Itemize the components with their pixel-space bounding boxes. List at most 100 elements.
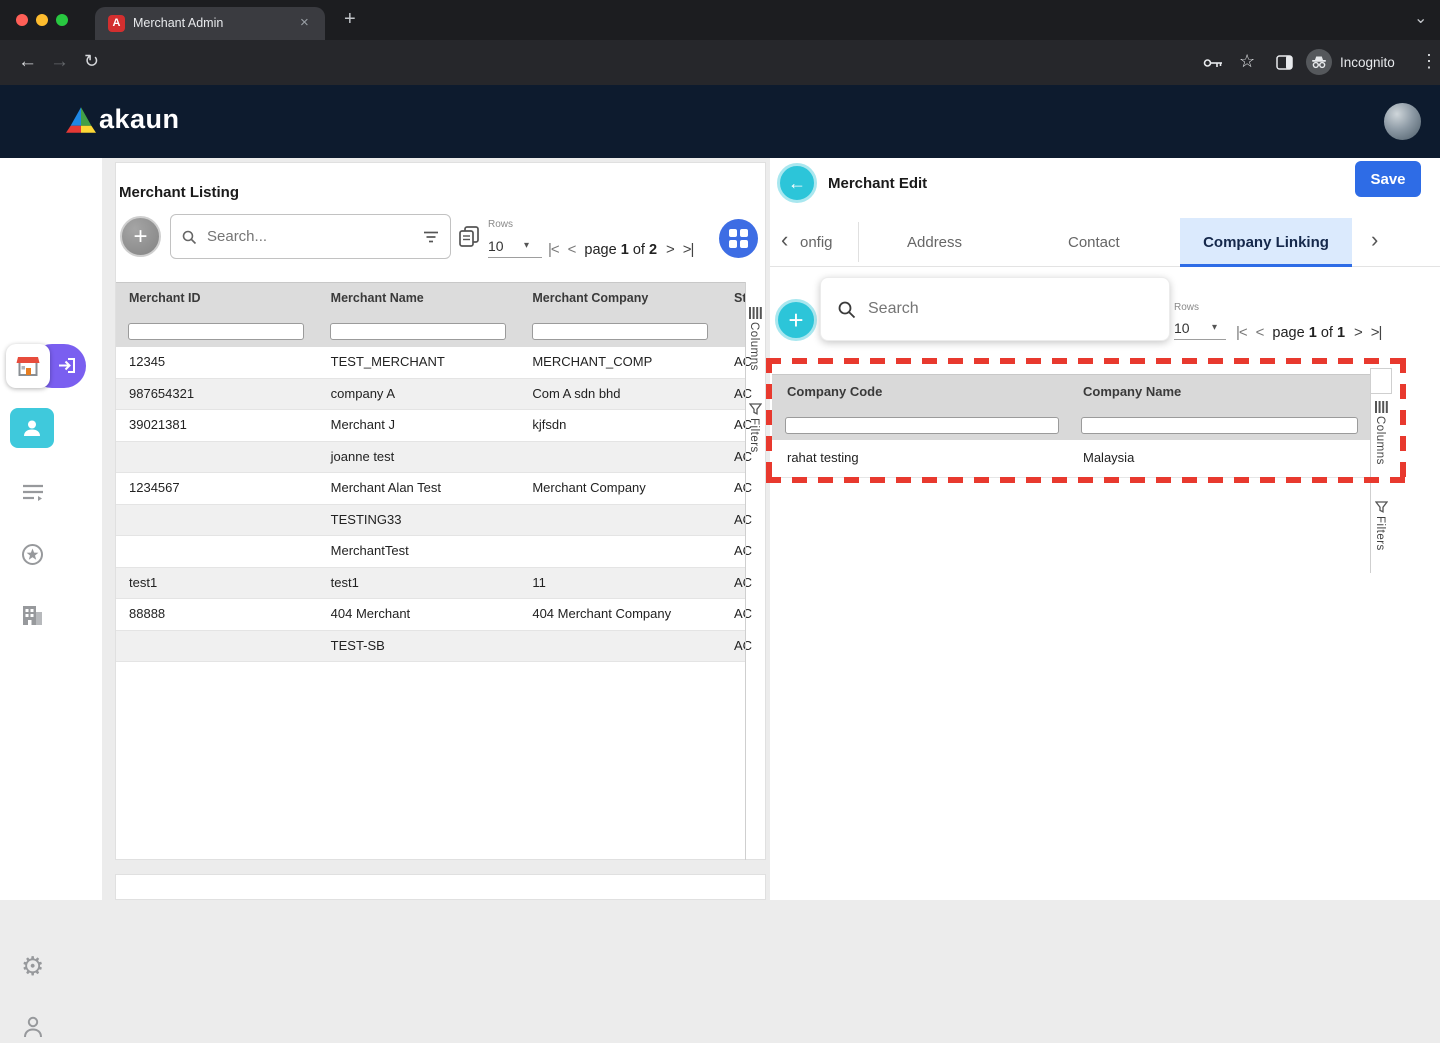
cell-merchant-name: test1 (318, 568, 520, 599)
col-company-code[interactable]: Company Code (772, 375, 1068, 409)
cell-merchant-id: test1 (116, 568, 318, 599)
listing-columns-tab[interactable]: Columns (748, 322, 760, 371)
col-status[interactable]: St (721, 283, 745, 313)
pagination-next-icon[interactable]: > (1354, 324, 1362, 341)
rows-select-underline (1174, 339, 1226, 340)
filter-merchant-name-input[interactable] (330, 323, 506, 340)
user-avatar[interactable] (1384, 103, 1421, 140)
merchant-search-input[interactable] (205, 227, 414, 246)
table-row[interactable]: joanne test AC (116, 442, 745, 474)
table-row[interactable]: 12345 TEST_MERCHANT MERCHANT_COMP AC (116, 347, 745, 379)
nav-back-icon[interactable]: ← (18, 51, 37, 73)
window-close-button[interactable] (16, 14, 28, 26)
tab-list-chevron-icon[interactable]: ⌄ (1414, 9, 1427, 29)
filter-company-name-input[interactable] (1081, 417, 1358, 434)
profile-person-icon[interactable] (23, 1016, 43, 1043)
save-button[interactable]: Save (1355, 161, 1421, 197)
merchant-edit-panel (770, 158, 1440, 900)
filter-merchant-company-input[interactable] (532, 323, 708, 340)
table-row[interactable]: 39021381 Merchant J kjfsdn AC (116, 410, 745, 442)
table-row[interactable]: TESTING33 AC (116, 505, 745, 537)
add-merchant-button[interactable]: + (120, 216, 161, 257)
nav-forward-icon[interactable]: → (50, 51, 69, 73)
table-row[interactable]: 88888 404 Merchant 404 Merchant Company … (116, 599, 745, 631)
tab-contact[interactable]: Contact (1068, 234, 1120, 251)
add-company-link-button[interactable]: + (775, 299, 817, 341)
back-button[interactable]: ← (777, 163, 817, 203)
cell-status: AC (721, 347, 745, 378)
search-icon (837, 300, 856, 319)
new-tab-button[interactable]: + (344, 9, 356, 29)
browser-tab[interactable]: A Merchant Admin × (95, 7, 325, 40)
app-header: akaun (0, 85, 1440, 158)
pagination-prev-icon[interactable]: < (568, 241, 576, 258)
cell-merchant-company: Com A sdn bhd (519, 379, 721, 410)
merchant-applet-icon[interactable] (6, 344, 50, 388)
edit-columns-tab[interactable]: Columns (1374, 416, 1386, 465)
col-merchant-id[interactable]: Merchant ID (116, 283, 318, 313)
cell-merchant-company (519, 442, 721, 473)
window-zoom-button[interactable] (56, 14, 68, 26)
filter-list-icon[interactable] (422, 230, 440, 244)
company-search-input[interactable] (866, 299, 1153, 319)
browser-menu-kebab-icon[interactable]: ⋮ (1420, 51, 1438, 72)
pagination-status: page 1 of 1 (1272, 325, 1345, 341)
table-row[interactable]: MerchantTest AC (116, 536, 745, 568)
tabs-scroll-right-icon[interactable]: › (1371, 227, 1378, 253)
sidebar-item-merchant[interactable] (10, 408, 54, 448)
sidebar-item-list-icon[interactable] (22, 484, 44, 507)
table-row[interactable]: rahat testing Malaysia (772, 440, 1370, 478)
rows-per-page-select[interactable]: 10 (1174, 320, 1190, 336)
cell-status: AC (721, 568, 745, 599)
cell-merchant-company: MERCHANT_COMP (519, 347, 721, 378)
col-merchant-name[interactable]: Merchant Name (318, 283, 520, 313)
listing-table-body: 12345 TEST_MERCHANT MERCHANT_COMP AC 987… (116, 347, 745, 662)
rows-per-page-select[interactable]: 10 (488, 238, 504, 254)
edit-filters-tab[interactable]: Filters (1374, 516, 1386, 551)
brand-name[interactable]: akaun (99, 104, 180, 135)
incognito-indicator: Incognito (1306, 49, 1395, 75)
key-icon[interactable] (1203, 56, 1223, 74)
listing-filters-tab[interactable]: Filters (748, 418, 760, 453)
pagination-next-icon[interactable]: > (666, 241, 674, 258)
cell-merchant-id: 39021381 (116, 410, 318, 441)
cell-merchant-name: 404 Merchant (318, 599, 520, 630)
tab-address[interactable]: Address (907, 234, 962, 251)
view-grid-button[interactable] (719, 219, 758, 258)
col-company-name[interactable]: Company Name (1068, 375, 1370, 409)
tab-company-linking[interactable]: Company Linking (1180, 218, 1352, 267)
table-row[interactable]: TEST-SB AC (116, 631, 745, 663)
pagination-last-icon[interactable]: >| (683, 241, 694, 258)
sidebar-item-favorites-icon[interactable] (21, 543, 44, 571)
bookmark-star-icon[interactable]: ☆ (1239, 51, 1255, 72)
rows-caret-icon: ▾ (524, 240, 529, 251)
cell-merchant-name: joanne test (318, 442, 520, 473)
reload-icon[interactable]: ↻ (84, 51, 99, 72)
col-merchant-company[interactable]: Merchant Company (519, 283, 721, 313)
window-minimize-button[interactable] (36, 14, 48, 26)
pagination-last-icon[interactable]: >| (1371, 324, 1382, 341)
table-row[interactable]: 987654321 company A Com A sdn bhd AC (116, 379, 745, 411)
annotation-box-left (766, 358, 772, 483)
rows-label: Rows (488, 219, 513, 230)
tab-config[interactable]: onfig (800, 234, 856, 251)
cell-merchant-name: TEST_MERCHANT (318, 347, 520, 378)
pagination-first-icon[interactable]: |< (1236, 324, 1247, 341)
cell-status: AC (721, 536, 745, 567)
filter-merchant-id-input[interactable] (128, 323, 304, 340)
pagination-first-icon[interactable]: |< (548, 241, 559, 258)
pagination-prev-icon[interactable]: < (1256, 324, 1264, 341)
table-row[interactable]: 1234567 Merchant Alan Test Merchant Comp… (116, 473, 745, 505)
table-row[interactable]: test1 test1 11 AC (116, 568, 745, 600)
sidebar-item-organization-icon[interactable] (21, 605, 44, 631)
merchant-search-box[interactable] (170, 214, 451, 259)
tab-close-icon[interactable]: × (300, 14, 309, 31)
filter-company-code-input[interactable] (785, 417, 1059, 434)
merchant-listing-title: Merchant Listing (119, 184, 239, 201)
settings-gear-icon[interactable]: ⚙ (21, 951, 44, 982)
side-panel-icon[interactable] (1276, 55, 1293, 75)
cell-merchant-company (519, 536, 721, 567)
tabs-scroll-left-icon[interactable]: ‹ (781, 227, 788, 253)
cell-merchant-name: Merchant J (318, 410, 520, 441)
company-search-box[interactable] (820, 277, 1170, 341)
